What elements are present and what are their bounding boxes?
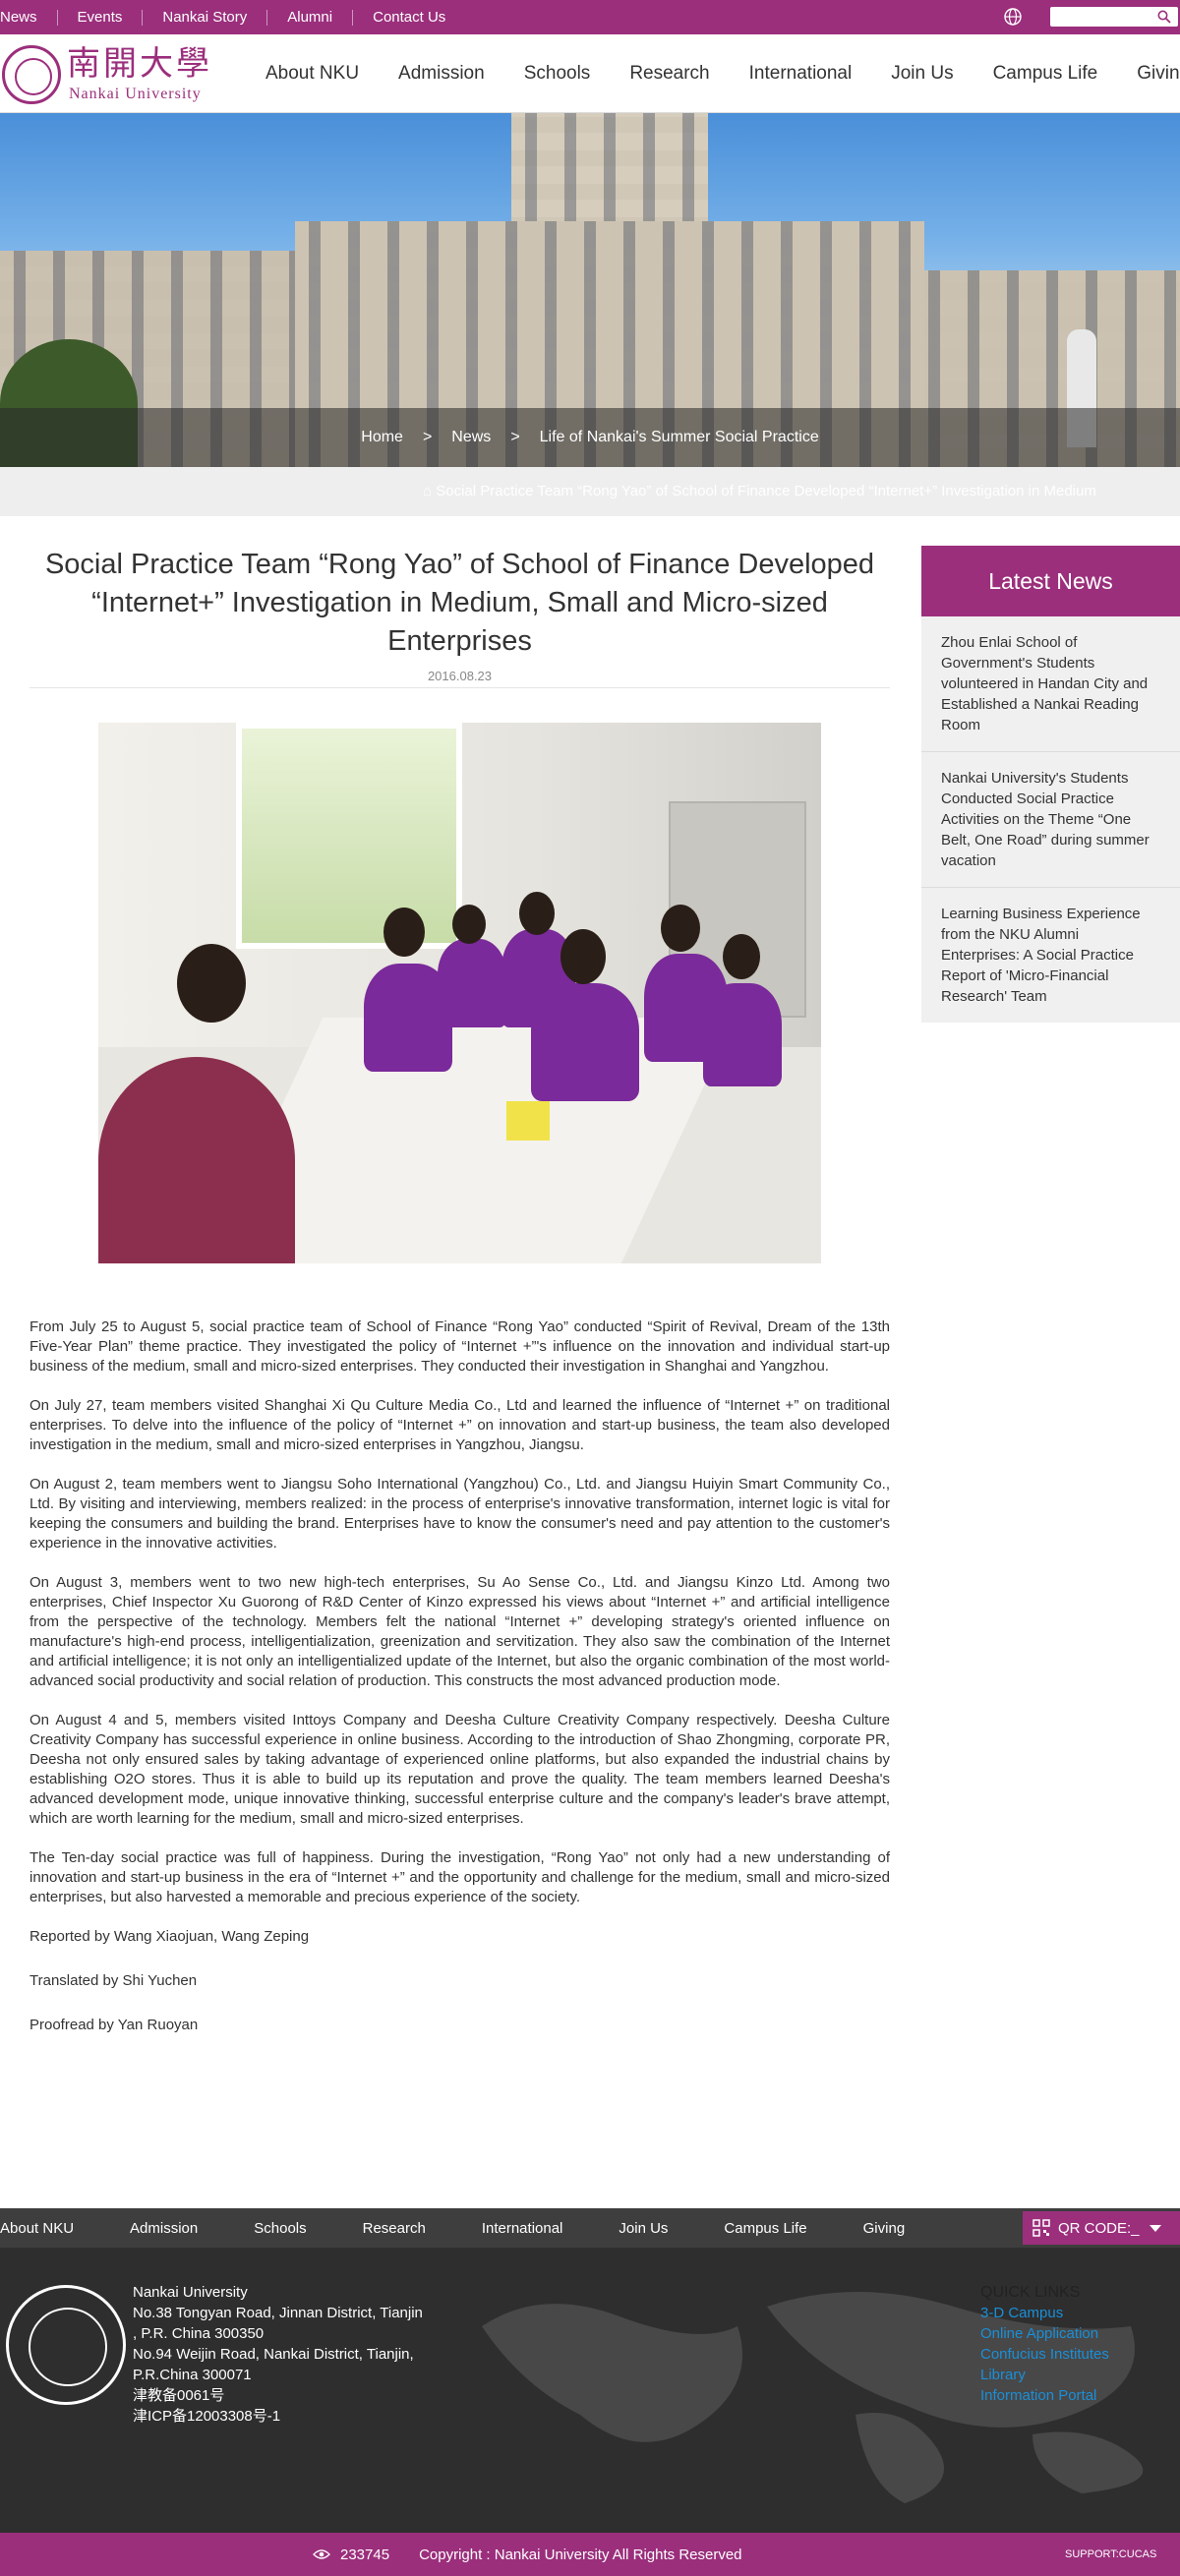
sub-breadcrumb-bar: ⌂ Social Practice Team “Rong Yao” of Sch… [0, 467, 1180, 516]
site-header: 南開大學 Nankai University About NKU Admissi… [0, 34, 1180, 113]
globe-icon[interactable] [1003, 7, 1023, 27]
article-translator-credit: Translated by Shi Yuchen [30, 1972, 198, 1989]
utility-link-nankai-story[interactable]: Nankai Story [143, 9, 268, 26]
footer-nav-international[interactable]: International [482, 2220, 563, 2237]
address-line: , P.R. China 300350 [133, 2325, 265, 2342]
nav-research[interactable]: Research [629, 63, 709, 85]
breadcrumb-current[interactable]: Life of Nankai's Summer Social Practice [540, 429, 819, 446]
qr-code-dropdown[interactable]: QR CODE:_ [1023, 2211, 1180, 2245]
sub-breadcrumb-text: ⌂ Social Practice Team “Rong Yao” of Sch… [423, 483, 1096, 499]
university-seal-icon [6, 2285, 126, 2405]
university-seal-icon [2, 45, 61, 104]
article-paragraph: On August 2, team members went to Jiangs… [30, 1476, 890, 1551]
utility-links: News Events Nankai Story Alumni Contact … [0, 0, 465, 34]
breadcrumb-home[interactable]: Home [361, 429, 403, 446]
article-proofreader-credit: Proofread by Yan Ruoyan [30, 2017, 199, 2033]
footer-main: Nankai University No.38 Tongyan Road, Ji… [0, 2248, 1180, 2533]
article-body: From July 25 to August 5, social practic… [30, 1317, 890, 2060]
support-credit[interactable]: SUPPORT:CUCAS [1065, 2548, 1156, 2560]
copyright-text: Copyright : Nankai University All Rights… [419, 2546, 742, 2563]
article-title: Social Practice Team “Rong Yao” of Schoo… [44, 549, 875, 657]
main-navigation: About NKU Admission Schools Research Int… [266, 34, 1180, 113]
utility-link-contact-us[interactable]: Contact Us [353, 9, 465, 26]
qr-code-label: QR CODE:_ [1058, 2219, 1140, 2237]
qr-code-icon [1032, 2219, 1050, 2237]
footer-nav-schools[interactable]: Schools [254, 2220, 306, 2237]
article-photo [98, 723, 821, 1263]
address-line: 津教备0061号 [133, 2387, 225, 2404]
article: Social Practice Team “Rong Yao” of Schoo… [30, 546, 890, 2033]
address-line: P.R.China 300071 [133, 2367, 252, 2383]
search-icon[interactable] [1157, 10, 1171, 24]
hero-banner-image: Home > News > Life of Nankai's Summer So… [0, 113, 1180, 467]
logo-english-name: Nankai University [69, 86, 202, 102]
article-paragraph: On July 27, team members visited Shangha… [30, 1397, 890, 1453]
footer-nav-campus-life[interactable]: Campus Life [724, 2220, 806, 2237]
breadcrumb: Home > News > Life of Nankai's Summer So… [0, 408, 1180, 467]
utility-link-events[interactable]: Events [58, 9, 144, 26]
quick-link-confucius-institutes[interactable]: Confucius Institutes [980, 2344, 1109, 2365]
utility-link-alumni[interactable]: Alumni [267, 9, 354, 26]
nav-admission[interactable]: Admission [398, 63, 485, 85]
address-line: No.94 Weijin Road, Nankai District, Tian… [133, 2346, 414, 2363]
article-paragraph: On August 4 and 5, members visited Intto… [30, 1712, 890, 1827]
article-paragraph: The Ten-day social practice was full of … [30, 1849, 890, 1905]
chevron-down-icon [1149, 2224, 1161, 2232]
logo-chinese-name: 南開大學 [67, 44, 212, 84]
eye-icon [313, 2549, 330, 2559]
latest-news-item[interactable]: Nankai University's Students Conducted S… [921, 752, 1180, 888]
breadcrumb-news[interactable]: News [451, 429, 491, 446]
nav-campus-life[interactable]: Campus Life [993, 63, 1098, 85]
footer-address: Nankai University No.38 Tongyan Road, Ji… [133, 2282, 423, 2427]
quick-links: QUICK LINKS 3-D Campus Online Applicatio… [980, 2282, 1109, 2406]
article-date: 2016.08.23 [30, 669, 890, 688]
nav-join-us[interactable]: Join Us [891, 63, 953, 85]
footer-nav-links: About NKU Admission Schools Research Int… [0, 2208, 905, 2248]
quick-link-3d-campus[interactable]: 3-D Campus [980, 2303, 1109, 2323]
top-utility-bar: News Events Nankai Story Alumni Contact … [0, 0, 1180, 34]
quick-links-title: QUICK LINKS [980, 2284, 1081, 2301]
visit-counter: 233745 [340, 2546, 390, 2563]
latest-news-item[interactable]: Learning Business Experience from the NK… [921, 888, 1180, 1023]
address-line: No.38 Tongyan Road, Jinnan District, Tia… [133, 2305, 423, 2321]
footer-nav-research[interactable]: Research [363, 2220, 426, 2237]
footer-nav-join-us[interactable]: Join Us [619, 2220, 668, 2237]
copyright-center: 233745 Copyright : Nankai University All… [313, 2533, 742, 2576]
nav-schools[interactable]: Schools [524, 63, 591, 85]
article-paragraph: From July 25 to August 5, social practic… [30, 1318, 890, 1375]
footer-nav-giving[interactable]: Giving [863, 2220, 906, 2237]
nav-about-nku[interactable]: About NKU [266, 63, 359, 85]
latest-news-item[interactable]: Zhou Enlai School of Government's Studen… [921, 616, 1180, 752]
quick-link-information-portal[interactable]: Information Portal [980, 2385, 1109, 2406]
breadcrumb-separator: > [422, 429, 433, 445]
latest-news-heading: Latest News [921, 546, 1180, 616]
footer-nav-about-nku[interactable]: About NKU [0, 2220, 74, 2237]
latest-news-sidebar: Latest News Zhou Enlai School of Governm… [921, 546, 1180, 1023]
copyright-bar: 233745 Copyright : Nankai University All… [0, 2533, 1180, 2576]
address-line: 津ICP备12003308号-1 [133, 2408, 281, 2425]
article-paragraph: On August 3, members went to two new hig… [30, 1574, 890, 1689]
breadcrumb-separator: > [510, 429, 520, 445]
utility-link-news[interactable]: News [0, 9, 58, 26]
quick-link-online-application[interactable]: Online Application [980, 2323, 1109, 2344]
quick-link-library[interactable]: Library [980, 2365, 1109, 2385]
article-reporter-credit: Reported by Wang Xiaojuan, Wang Zeping [30, 1928, 310, 1945]
university-logo[interactable]: 南開大學 Nankai University [0, 42, 216, 105]
address-line: Nankai University [133, 2284, 248, 2301]
nav-giving[interactable]: Giving [1137, 63, 1180, 85]
footer-nav-admission[interactable]: Admission [130, 2220, 198, 2237]
nav-international[interactable]: International [749, 63, 853, 85]
footer-navigation: About NKU Admission Schools Research Int… [0, 2208, 1180, 2248]
